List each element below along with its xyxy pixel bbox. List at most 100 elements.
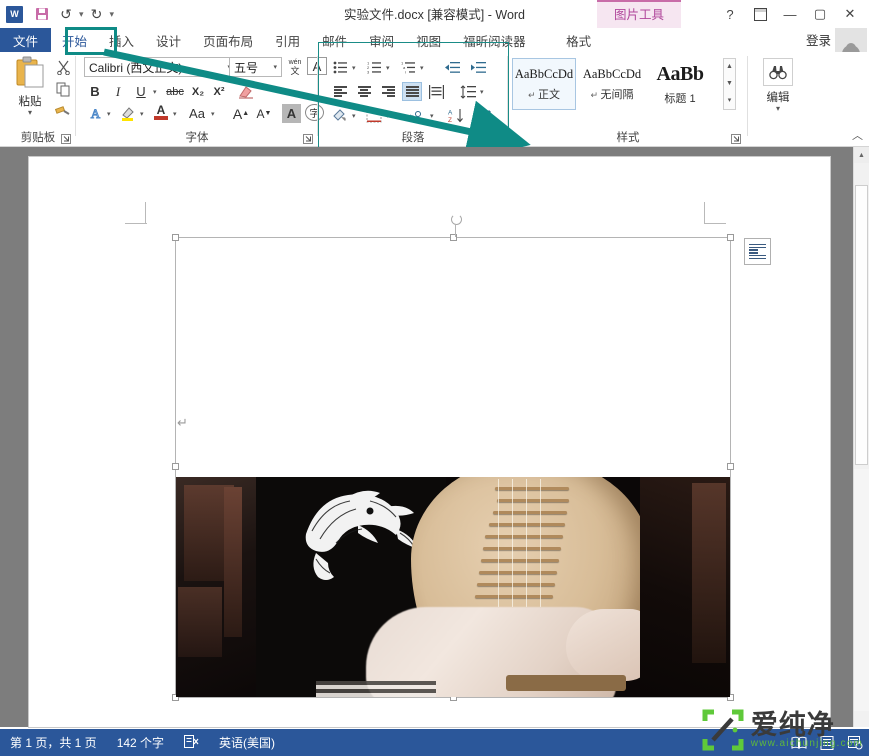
paste-button[interactable]: 粘贴 ▾ bbox=[8, 56, 52, 116]
bullets-caret-icon[interactable]: ▾ bbox=[352, 64, 356, 72]
underline-button[interactable]: U bbox=[132, 82, 150, 101]
tab-file[interactable]: 文件 bbox=[0, 28, 51, 52]
resize-handle-top-left[interactable] bbox=[172, 234, 179, 241]
paste-caret-icon[interactable]: ▾ bbox=[8, 109, 52, 116]
styles-dialog-launcher[interactable] bbox=[730, 133, 742, 145]
styles-more-icon[interactable]: ▾ bbox=[728, 93, 732, 109]
asian-layout-caret-icon[interactable]: ▾ bbox=[430, 112, 434, 120]
shading-caret-icon[interactable]: ▾ bbox=[352, 112, 356, 120]
font-color-icon[interactable]: A bbox=[152, 102, 170, 121]
resize-handle-middle-left[interactable] bbox=[172, 463, 179, 470]
scrollbar-track[interactable] bbox=[854, 469, 869, 711]
style-heading-1[interactable]: AaBb 标题 1 bbox=[648, 58, 712, 110]
document-area[interactable]: ↵ bbox=[0, 147, 869, 727]
resize-handle-top-right[interactable] bbox=[727, 234, 734, 241]
align-left-icon[interactable] bbox=[330, 82, 350, 101]
sort-az-icon[interactable]: AZ bbox=[446, 106, 468, 125]
maximize-icon[interactable]: ▢ bbox=[805, 1, 835, 27]
proofing-errors-icon[interactable] bbox=[174, 735, 209, 751]
character-shading-icon[interactable]: A bbox=[282, 104, 301, 123]
customize-qat-caret-icon[interactable]: ▾ bbox=[110, 9, 115, 20]
numbering-icon[interactable]: 123 bbox=[364, 58, 384, 77]
avatar[interactable] bbox=[835, 28, 867, 54]
subscript-button[interactable]: X₂ bbox=[189, 82, 207, 101]
grow-font-icon[interactable]: A▲ bbox=[231, 104, 251, 123]
save-icon[interactable] bbox=[31, 3, 53, 25]
minimize-icon[interactable]: — bbox=[775, 1, 805, 27]
superscript-button[interactable]: X² bbox=[210, 82, 228, 101]
font-size-combobox[interactable]: 五号 ▾ bbox=[229, 57, 282, 77]
borders-icon[interactable] bbox=[364, 106, 384, 125]
close-icon[interactable]: ✕ bbox=[835, 1, 865, 27]
increase-indent-icon[interactable] bbox=[468, 58, 488, 77]
editing-button[interactable]: 编辑 ▾ bbox=[760, 58, 796, 113]
tab-picture-format[interactable]: 格式 bbox=[537, 28, 621, 52]
text-effects-caret-icon[interactable]: ▾ bbox=[107, 110, 111, 118]
text-effects-icon[interactable]: A bbox=[86, 104, 104, 123]
tab-page-layout[interactable]: 页面布局 bbox=[192, 28, 264, 52]
ribbon-display-options-icon[interactable] bbox=[745, 1, 775, 27]
redo-icon[interactable]: ↻ bbox=[86, 3, 108, 25]
undo-icon[interactable]: ↺ bbox=[55, 3, 77, 25]
sign-in-button[interactable]: 登录 bbox=[806, 30, 831, 49]
style-no-spacing[interactable]: AaBbCcDd 无间隔 bbox=[580, 58, 644, 110]
read-mode-icon[interactable] bbox=[785, 729, 813, 756]
font-dialog-launcher[interactable] bbox=[302, 133, 314, 145]
line-spacing-icon[interactable] bbox=[458, 82, 478, 101]
distributed-align-icon[interactable] bbox=[426, 82, 446, 101]
font-color-caret-icon[interactable]: ▾ bbox=[173, 110, 177, 118]
multilevel-list-icon[interactable]: 1ai bbox=[398, 58, 418, 77]
scroll-up-button[interactable]: ▲ bbox=[854, 147, 869, 163]
change-case-caret-icon[interactable]: ▾ bbox=[211, 110, 215, 118]
strikethrough-button[interactable]: abc bbox=[164, 82, 186, 101]
align-center-icon[interactable] bbox=[354, 82, 374, 101]
document-page[interactable]: ↵ bbox=[29, 157, 830, 727]
rotate-handle-icon[interactable] bbox=[451, 214, 462, 225]
collapse-ribbon-icon[interactable]: ︿ bbox=[852, 127, 863, 143]
format-painter-button[interactable] bbox=[52, 101, 74, 121]
tab-foxit-reader[interactable]: 福昕阅读器 bbox=[452, 28, 537, 52]
text-highlight-icon[interactable] bbox=[118, 104, 138, 123]
paragraph-dialog-launcher[interactable] bbox=[490, 131, 502, 143]
justify-icon[interactable] bbox=[402, 82, 422, 101]
numbering-caret-icon[interactable]: ▾ bbox=[386, 64, 390, 72]
italic-button[interactable]: I bbox=[109, 82, 127, 101]
layout-options-button[interactable] bbox=[744, 238, 771, 265]
copy-button[interactable] bbox=[52, 79, 74, 99]
styles-gallery-scroll[interactable]: ▲ ▼ ▾ bbox=[723, 58, 736, 110]
styles-scroll-up-icon[interactable]: ▲ bbox=[726, 59, 733, 75]
tab-home[interactable]: 开始 bbox=[51, 28, 98, 52]
tab-insert[interactable]: 插入 bbox=[98, 28, 145, 52]
line-spacing-caret-icon[interactable]: ▾ bbox=[480, 88, 484, 96]
clipboard-dialog-launcher[interactable] bbox=[60, 133, 72, 145]
change-case-icon[interactable]: Aa bbox=[185, 104, 209, 123]
language-indicator[interactable]: 英语(美国) bbox=[209, 734, 285, 751]
cut-button[interactable] bbox=[52, 57, 74, 77]
tab-view[interactable]: 视图 bbox=[405, 28, 452, 52]
clear-formatting-icon[interactable] bbox=[236, 82, 256, 101]
shading-icon[interactable] bbox=[330, 106, 350, 125]
vertical-scrollbar[interactable]: ▲ bbox=[853, 147, 869, 727]
window-controls[interactable]: ? — ▢ ✕ bbox=[715, 0, 869, 28]
bold-button[interactable]: B bbox=[86, 82, 104, 101]
highlight-caret-icon[interactable]: ▾ bbox=[140, 110, 144, 118]
decrease-indent-icon[interactable] bbox=[442, 58, 462, 77]
tab-mailings[interactable]: 邮件 bbox=[311, 28, 358, 52]
font-name-combobox[interactable]: Calibri (西文正文) ▾ bbox=[84, 57, 236, 77]
multilevel-caret-icon[interactable]: ▾ bbox=[420, 64, 424, 72]
web-layout-icon[interactable] bbox=[841, 729, 869, 756]
resize-handle-middle-right[interactable] bbox=[727, 463, 734, 470]
align-right-icon[interactable] bbox=[378, 82, 398, 101]
underline-caret-icon[interactable]: ▾ bbox=[153, 88, 157, 96]
tab-review[interactable]: 审阅 bbox=[358, 28, 405, 52]
phonetic-guide-icon[interactable]: wén文 bbox=[285, 57, 305, 76]
bullets-icon[interactable] bbox=[330, 58, 350, 77]
quick-access-toolbar[interactable]: W ↺ ▾ ↻ ▾ bbox=[0, 3, 114, 25]
style-normal[interactable]: AaBbCcDd 正文 bbox=[512, 58, 576, 110]
word-count[interactable]: 142 个字 bbox=[107, 734, 174, 751]
editing-caret-icon[interactable]: ▾ bbox=[760, 105, 796, 113]
styles-scroll-down-icon[interactable]: ▼ bbox=[726, 76, 733, 92]
show-paragraph-marks-icon[interactable] bbox=[476, 106, 496, 125]
inserted-picture[interactable] bbox=[176, 477, 730, 697]
undo-caret-icon[interactable]: ▾ bbox=[79, 9, 84, 20]
